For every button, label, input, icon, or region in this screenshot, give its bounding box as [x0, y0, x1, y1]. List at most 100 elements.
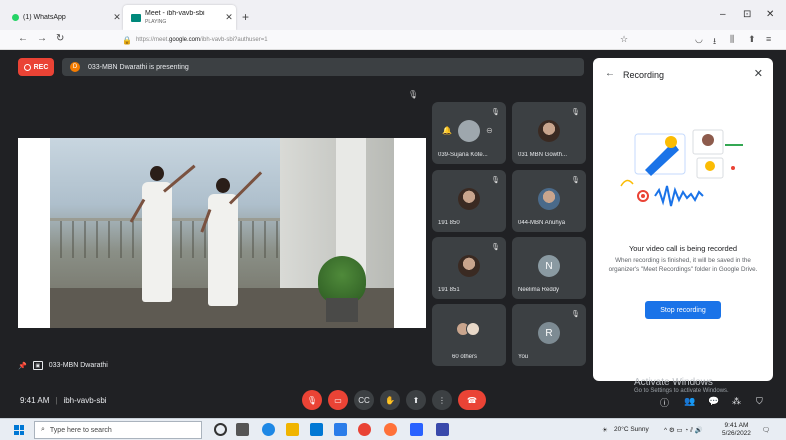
taskbar-clock[interactable]: 9:41 AM 5/26/2022: [722, 422, 751, 438]
recording-headline: Your video call is being recorded: [628, 244, 738, 253]
windows-taskbar: ⌕ Type here to search ☀ 20°C Sunny ^ ⚙ ▭…: [0, 418, 786, 440]
self-tile[interactable]: 🎙 R You: [512, 304, 586, 366]
pinned-name: 033-MBN Dwarathi: [48, 362, 108, 369]
meeting-time: 9:41 AM: [20, 396, 50, 405]
download-icon[interactable]: ⭳: [713, 34, 716, 50]
menu-icon[interactable]: ≡: [766, 34, 771, 44]
participant-tile[interactable]: 🎙 044-MBN Anuhya: [512, 170, 586, 232]
search-placeholder: Type here to search: [49, 426, 112, 434]
presenting-banner: D 033-MBN Dwarathi is presenting: [62, 58, 584, 76]
close-window-button[interactable]: ✕: [766, 9, 774, 20]
close-icon[interactable]: ✕: [754, 67, 763, 80]
stop-recording-button[interactable]: Stop recording: [645, 301, 721, 319]
url-field[interactable]: 🔒 https://meet. google.com /ibh-vavb-sbi…: [122, 32, 482, 48]
captions-button[interactable]: CC: [354, 390, 374, 410]
present-icon: ▣: [32, 361, 43, 370]
app-icon[interactable]: [436, 423, 449, 436]
participant-photo: [538, 120, 560, 142]
camera-off-button[interactable]: ▭: [328, 390, 348, 410]
rec-badge[interactable]: REC: [18, 58, 54, 76]
task-view-icon[interactable]: [236, 423, 249, 436]
tab-close-icon[interactable]: ✕: [110, 12, 124, 23]
weather-icon[interactable]: ☀: [602, 426, 608, 434]
mic-muted-icon: 🎙: [408, 90, 419, 99]
panel-title: Recording: [623, 70, 665, 80]
participant-name: 044-MBN Anuhya: [518, 220, 566, 226]
pin-icon[interactable]: 📌: [18, 362, 27, 370]
tab-title: (1) WhatsApp: [23, 14, 66, 21]
end-call-button[interactable]: ☎: [458, 390, 486, 410]
whatsapp-icon: [12, 14, 19, 21]
plant: [318, 256, 366, 304]
url-domain: google.com: [168, 37, 201, 43]
record-icon: [23, 63, 31, 71]
new-tab-button[interactable]: +: [242, 10, 249, 24]
back-arrow-icon[interactable]: ←: [18, 33, 28, 44]
reload-icon[interactable]: ↻: [56, 33, 64, 44]
more-options-button[interactable]: ⋮: [432, 390, 452, 410]
pin-icon[interactable]: 🔔: [442, 126, 452, 135]
pocket-icon[interactable]: ◡: [695, 34, 703, 45]
presentation-stage: [18, 138, 426, 328]
participant-tile[interactable]: 🎙 031 MBN Gowth...: [512, 102, 586, 164]
people-icon[interactable]: 👥: [684, 396, 695, 407]
others-tile[interactable]: 60 others: [432, 304, 506, 366]
participant-photo: [538, 188, 560, 210]
notification-icon[interactable]: 🗨: [762, 426, 770, 434]
mic-muted-icon: 🎙: [491, 109, 500, 116]
taskbar-search-input[interactable]: ⌕ Type here to search: [34, 421, 202, 439]
participant-name: 191 850: [438, 220, 460, 226]
participant-name: 031 MBN Gowth...: [518, 152, 568, 158]
mic-muted-icon: 🎙: [571, 311, 580, 318]
minimize-button[interactable]: –: [720, 9, 726, 20]
file-explorer-icon[interactable]: [286, 423, 299, 436]
participant-tile[interactable]: N Neelima Reddy: [512, 237, 586, 299]
raise-hand-button[interactable]: ✋: [380, 390, 400, 410]
mic-off-button[interactable]: 🎙: [302, 390, 322, 410]
tab-title: Meet - ibh-vavb-sbi: [145, 9, 205, 17]
mic-muted-icon: 🎙: [571, 177, 580, 184]
app-icon[interactable]: [410, 423, 423, 436]
tab-whatsapp[interactable]: (1) WhatsApp ✕: [4, 5, 124, 30]
meeting-code: ibh-vavb-sbi: [63, 396, 107, 405]
tab-close-icon[interactable]: ✕: [222, 12, 236, 23]
store-icon[interactable]: [334, 423, 347, 436]
firefox-icon[interactable]: [384, 423, 397, 436]
participant-tile[interactable]: 🎙 191 850: [432, 170, 506, 232]
windows-start-icon[interactable]: [14, 425, 24, 435]
back-arrow-icon[interactable]: ←: [605, 68, 615, 79]
url-path: /ibh-vavb-sbi?authuser=1: [200, 37, 268, 43]
participant-name: 039-Sujana Kote...: [438, 152, 488, 158]
remove-icon[interactable]: ⊖: [486, 126, 493, 135]
system-tray-icons[interactable]: ^ ⚙ ▭ ◔ ⫽ 🔊: [664, 426, 703, 435]
activities-icon[interactable]: ⁂: [732, 396, 741, 407]
extension-icon[interactable]: ⬆: [748, 34, 756, 45]
edge-icon[interactable]: [262, 423, 275, 436]
bookmark-star-icon[interactable]: ☆: [620, 34, 628, 45]
rec-label: REC: [33, 63, 49, 71]
restore-button[interactable]: ⊡: [743, 9, 751, 20]
host-controls-icon[interactable]: ⛉: [756, 396, 763, 407]
chrome-icon[interactable]: [358, 423, 371, 436]
shared-video: [50, 138, 394, 328]
presenter-avatar: D: [70, 62, 80, 72]
presenting-text: 033-MBN Dwarathi is presenting: [88, 63, 189, 71]
avatar: N: [538, 255, 560, 277]
participant-photo: [458, 255, 480, 277]
participant-tile[interactable]: 🎙 🔔 ⊖ 039-Sujana Kote...: [432, 102, 506, 164]
mic-muted-icon: 🎙: [571, 109, 580, 116]
tab-meet[interactable]: Meet - ibh-vavb-sbi PLAYING ✕: [123, 5, 236, 30]
info-icon[interactable]: ⓘ: [660, 396, 669, 409]
weather-text[interactable]: 20°C Sunny: [614, 426, 649, 433]
chat-icon[interactable]: 💬: [708, 396, 719, 407]
pinned-name-row: 📌 ▣ 033-MBN Dwarathi: [18, 361, 108, 370]
recording-description: When recording is finished, it will be s…: [608, 257, 758, 273]
library-icon[interactable]: ⫼: [730, 34, 734, 45]
mail-icon[interactable]: [310, 423, 323, 436]
cortana-icon[interactable]: [214, 423, 227, 436]
present-button[interactable]: ⬆: [406, 390, 426, 410]
url-prefix: https://meet.: [135, 37, 169, 43]
mic-muted-icon: 🎙: [491, 244, 500, 251]
participant-tile[interactable]: 🎙 191 851: [432, 237, 506, 299]
forward-arrow-icon[interactable]: →: [37, 33, 47, 44]
